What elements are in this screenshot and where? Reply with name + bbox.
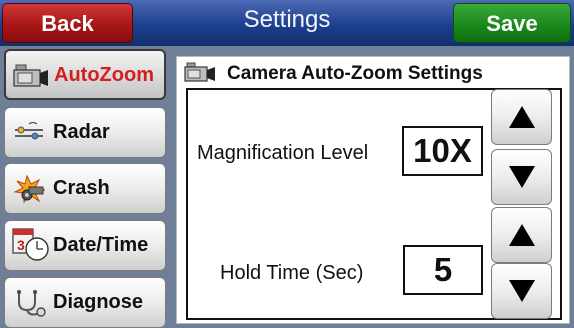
magnification-down-button[interactable] bbox=[491, 149, 552, 205]
crash-icon bbox=[11, 174, 51, 204]
hold-time-label: Hold Time (Sec) bbox=[220, 262, 364, 284]
stethoscope-icon bbox=[11, 288, 51, 318]
settings-panel: Camera Auto-Zoom Settings Magnification … bbox=[176, 56, 570, 324]
sidebar-item-label: Diagnose bbox=[53, 291, 144, 313]
sidebar-item-date-time[interactable]: 3 Date/Time bbox=[4, 220, 166, 271]
sidebar-item-radar[interactable]: Radar bbox=[4, 107, 166, 158]
arrow-down-icon bbox=[509, 166, 535, 188]
hold-time-up-button[interactable] bbox=[491, 207, 552, 263]
panel-header: Camera Auto-Zoom Settings bbox=[177, 57, 569, 89]
settings-form: Magnification Level 10X Hold Time (Sec) … bbox=[186, 88, 562, 320]
hold-time-down-button[interactable] bbox=[491, 263, 552, 319]
arrow-up-icon bbox=[509, 106, 535, 128]
radar-icon bbox=[11, 118, 51, 148]
magnification-up-button[interactable] bbox=[491, 89, 552, 145]
magnification-level-label: Magnification Level bbox=[197, 142, 369, 164]
sidebar-item-diagnose[interactable]: Diagnose bbox=[4, 277, 166, 328]
sidebar-item-label: Radar bbox=[53, 121, 110, 143]
header-bar: Back Settings Save bbox=[0, 0, 574, 46]
camera-icon bbox=[183, 62, 217, 84]
sidebar-item-crash[interactable]: Crash bbox=[4, 163, 166, 214]
panel-title: Camera Auto-Zoom Settings bbox=[227, 63, 483, 84]
arrow-up-icon bbox=[509, 224, 535, 246]
calendar-clock-icon: 3 bbox=[11, 228, 51, 261]
magnification-level-value: 10X bbox=[402, 126, 483, 176]
sidebar-item-autozoom[interactable]: AutoZoom bbox=[4, 49, 166, 100]
sidebar-item-label: AutoZoom bbox=[54, 64, 154, 86]
sidebar-item-label: Crash bbox=[53, 177, 110, 199]
arrow-down-icon bbox=[509, 280, 535, 302]
sidebar-item-label: Date/Time bbox=[53, 234, 149, 256]
svg-text:3: 3 bbox=[17, 237, 25, 253]
save-button[interactable]: Save bbox=[453, 3, 571, 43]
camera-icon bbox=[12, 61, 52, 91]
hold-time-value: 5 bbox=[403, 245, 483, 295]
